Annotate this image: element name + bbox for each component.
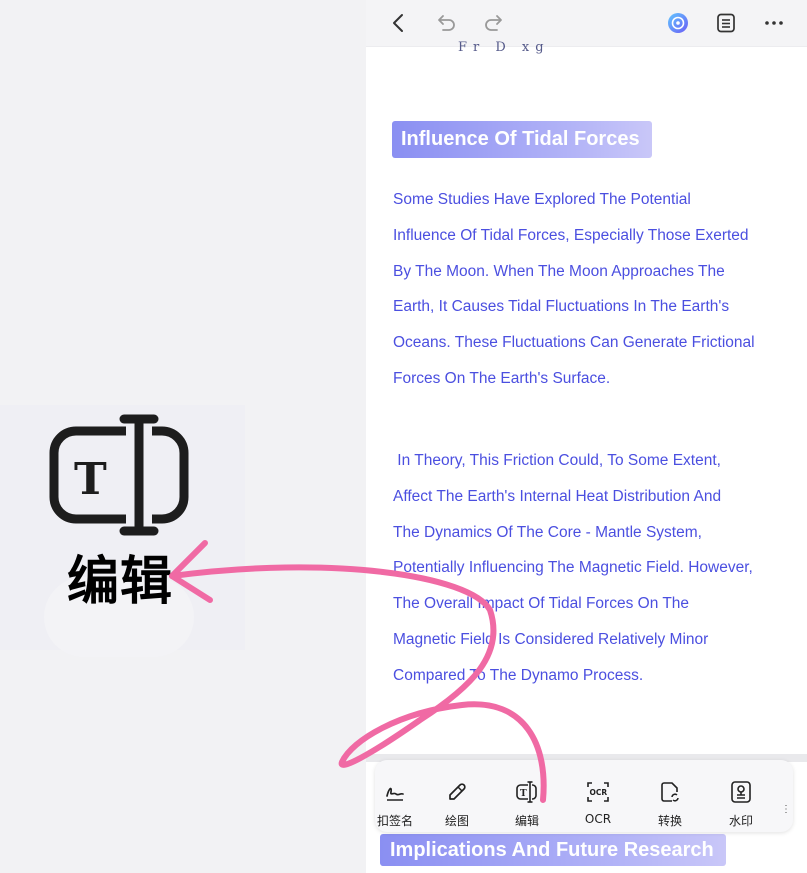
text-line: The Overall Impact Of Tidal Forces On Th… bbox=[393, 595, 690, 613]
tool-label: OCR bbox=[584, 812, 612, 826]
tool-label: 水印 bbox=[728, 814, 753, 828]
top-toolbar bbox=[366, 0, 807, 47]
redo-button[interactable] bbox=[479, 8, 509, 38]
text-line: Earth, It Causes Tidal Fluctuations In T… bbox=[393, 298, 730, 316]
callout-label: 编辑 bbox=[67, 552, 174, 612]
text-line: Compared To The Dynamo Process. bbox=[393, 666, 644, 684]
text-line: The Dynamics Of The Core - Mantle System… bbox=[393, 523, 702, 541]
text-line: Influence Of Tidal Forces, Especially Th… bbox=[393, 226, 749, 244]
tool-convert[interactable]: 转换 bbox=[638, 760, 702, 832]
signature-icon bbox=[386, 787, 404, 801]
tool-label: 绘图 bbox=[444, 814, 469, 828]
watermark-icon bbox=[731, 781, 751, 803]
text-line: Forces On The Earth's Surface. bbox=[393, 369, 611, 387]
ocr-icon: OCR bbox=[587, 782, 609, 802]
chevron-left-icon bbox=[393, 14, 403, 32]
section-heading[interactable]: Influence Of Tidal Forces bbox=[392, 121, 652, 158]
outline-button[interactable] bbox=[711, 8, 741, 38]
convert-icon bbox=[661, 782, 679, 802]
text-line: In Theory, This Friction Could, To Some … bbox=[393, 452, 721, 469]
tool-label: 转换 bbox=[657, 814, 682, 828]
tool-edit[interactable]: T 编辑 bbox=[495, 760, 559, 832]
redo-icon bbox=[485, 15, 502, 31]
text-line: Some Studies Have Explored The Potential bbox=[393, 191, 691, 208]
back-button[interactable] bbox=[384, 8, 414, 38]
text-line: Magnetic Field Is Considered Relatively … bbox=[393, 630, 709, 648]
section-heading-2[interactable]: Implications And Future Research bbox=[380, 834, 726, 866]
tool-label: 扣签名 bbox=[376, 814, 413, 828]
tool-signature[interactable]: 扣签名 bbox=[375, 760, 427, 832]
bottom-toolbar: 扣签名 绘图 T 编辑 OCR OCR 转换 水印 ⋮ bbox=[375, 760, 793, 832]
outline-list-icon bbox=[717, 13, 735, 33]
pen-draw-icon bbox=[449, 783, 466, 800]
toolbar-more[interactable]: ⋮ bbox=[781, 804, 791, 815]
ai-assistant-icon bbox=[668, 13, 688, 33]
tool-label: 编辑 bbox=[514, 814, 539, 828]
undo-button[interactable] bbox=[431, 8, 461, 38]
tool-ocr[interactable]: OCR OCR bbox=[566, 760, 630, 832]
text-line: By The Moon. When The Moon Approaches Th… bbox=[393, 262, 725, 280]
formula-fragment: Fr D xg bbox=[458, 40, 550, 55]
svg-text:T: T bbox=[74, 454, 107, 505]
svg-text:OCR: OCR bbox=[590, 788, 608, 797]
ai-assistant-button[interactable] bbox=[663, 8, 693, 38]
text-line: Potentially Influencing The Magnetic Fie… bbox=[393, 559, 753, 577]
more-button[interactable] bbox=[759, 8, 789, 38]
text-line: Affect The Earth's Internal Heat Distrib… bbox=[393, 487, 722, 505]
svg-text:T: T bbox=[520, 789, 527, 799]
undo-icon bbox=[438, 15, 455, 31]
paragraph-1[interactable]: Some Studies Have Explored The Potential… bbox=[393, 182, 798, 397]
text-line: Oceans. These Fluctuations Can Generate … bbox=[393, 334, 755, 352]
document-view[interactable]: Fr D xg Influence Of Tidal Forces Some S… bbox=[366, 0, 807, 873]
tool-draw[interactable]: 绘图 bbox=[425, 760, 489, 832]
edit-callout: T 编辑 bbox=[0, 405, 245, 657]
more-horizontal-icon bbox=[765, 21, 783, 25]
paragraph-2[interactable]: In Theory, This Friction Could, To Some … bbox=[393, 443, 798, 694]
text-edit-icon: T bbox=[516, 781, 537, 803]
tool-watermark[interactable]: 水印 bbox=[709, 760, 773, 832]
text-edit-icon: T bbox=[49, 414, 189, 536]
